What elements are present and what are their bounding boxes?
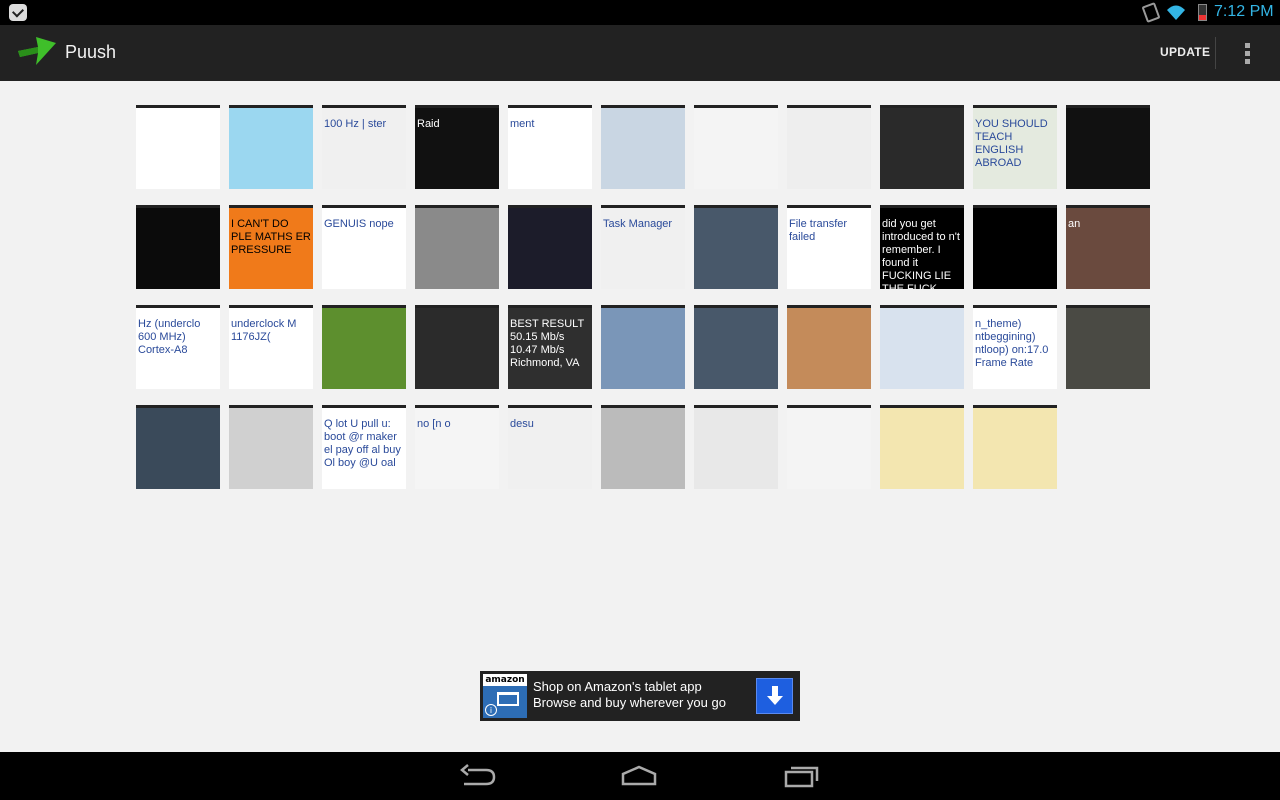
thumbnail-caption: no [n o <box>417 418 451 430</box>
image-thumbnail[interactable] <box>787 405 871 489</box>
screen-rotation-icon <box>1141 2 1161 23</box>
image-thumbnail[interactable] <box>880 405 964 489</box>
wifi-icon <box>1167 5 1185 20</box>
home-icon[interactable] <box>617 762 661 790</box>
image-thumbnail[interactable]: underclock M 1176JZ( <box>229 305 313 389</box>
image-thumbnail[interactable] <box>694 305 778 389</box>
image-thumbnail[interactable]: 100 Hz | ster <box>322 105 406 189</box>
image-thumbnail[interactable] <box>601 305 685 389</box>
cart-icon <box>497 692 519 706</box>
thumbnail-caption: n_theme) ntbeggining) ntloop) on:17.0 Fr… <box>975 318 1049 369</box>
image-thumbnail[interactable]: GENUIS nope <box>322 205 406 289</box>
image-thumbnail[interactable] <box>973 205 1057 289</box>
thumbnail-caption: YOU SHOULD TEACH ENGLISH ABROAD <box>975 118 1048 169</box>
thumbnail-caption: Raid <box>417 118 440 130</box>
image-thumbnail[interactable] <box>229 105 313 189</box>
image-thumbnail[interactable] <box>229 405 313 489</box>
ad-subline: Browse and buy wherever you go <box>533 695 726 710</box>
update-button[interactable]: UPDATE <box>1160 45 1210 59</box>
image-thumbnail[interactable]: ment <box>508 105 592 189</box>
image-thumbnail[interactable] <box>136 205 220 289</box>
image-thumbnail[interactable]: I CAN'T DO PLE MATHS ER PRESSURE <box>229 205 313 289</box>
thumbnail-caption: ment <box>510 118 535 130</box>
image-thumbnail[interactable] <box>787 305 871 389</box>
thumbnail-caption: 100 Hz | ster <box>324 118 387 130</box>
image-thumbnail[interactable]: File transfer failed <box>787 205 871 289</box>
image-thumbnail[interactable]: desu <box>508 405 592 489</box>
ad-headline: Shop on Amazon's tablet app <box>533 679 702 694</box>
download-arrow-icon[interactable] <box>756 678 793 714</box>
ad-banner[interactable]: amazon i Shop on Amazon's tablet app Bro… <box>480 671 800 721</box>
thumbnail-caption: did you get introduced to n't remember. … <box>882 218 960 289</box>
image-thumbnail[interactable] <box>787 105 871 189</box>
image-thumbnail[interactable]: n_theme) ntbeggining) ntloop) on:17.0 Fr… <box>973 305 1057 389</box>
thumbnail-caption: an <box>1068 218 1081 230</box>
image-thumbnail[interactable] <box>136 105 220 189</box>
image-thumbnail[interactable] <box>601 405 685 489</box>
app-title: Puush <box>65 42 117 62</box>
thumbnail-caption: underclock M 1176JZ( <box>231 318 297 343</box>
thumbnail-caption: Hz (underclo 600 MHz) Cortex-A8 <box>138 318 201 356</box>
image-thumbnail[interactable] <box>694 105 778 189</box>
image-thumbnail[interactable] <box>973 405 1057 489</box>
image-thumbnail[interactable] <box>880 305 964 389</box>
image-thumbnail[interactable] <box>694 205 778 289</box>
thumbnail-caption: GENUIS nope <box>324 218 394 230</box>
thumbnail-caption: Q lot U pull u: boot @r maker el pay off… <box>324 418 401 469</box>
clock: 7:12 PM <box>1214 3 1274 20</box>
image-thumbnail[interactable] <box>601 105 685 189</box>
image-thumbnail[interactable]: an <box>1066 205 1150 289</box>
battery-icon <box>1198 4 1207 21</box>
image-thumbnail[interactable] <box>1066 305 1150 389</box>
amazon-logo: amazon i <box>483 674 527 718</box>
image-thumbnail[interactable]: Task Manager <box>601 205 685 289</box>
image-thumbnail[interactable] <box>415 305 499 389</box>
thumbnail-caption: Task Manager <box>603 218 673 230</box>
status-bar: 7:12 PM <box>0 0 1280 25</box>
action-bar: Puush UPDATE <box>0 25 1280 81</box>
amazon-brand: amazon <box>483 674 527 686</box>
image-thumbnail[interactable] <box>322 305 406 389</box>
thumbnail-caption: BEST RESULT 50.15 Mb/s 10.47 Mb/s Richmo… <box>510 318 584 369</box>
image-thumbnail[interactable]: did you get introduced to n't remember. … <box>880 205 964 289</box>
image-thumbnail[interactable]: Q lot U pull u: boot @r maker el pay off… <box>322 405 406 489</box>
image-thumbnail[interactable]: Hz (underclo 600 MHz) Cortex-A8 <box>136 305 220 389</box>
thumbnail-caption: File transfer failed <box>789 218 848 243</box>
info-icon[interactable]: i <box>485 704 497 716</box>
image-thumbnail[interactable] <box>136 405 220 489</box>
thumbnail-caption: I CAN'T DO PLE MATHS ER PRESSURE <box>231 218 311 256</box>
thumbnail-caption: desu <box>510 418 534 430</box>
action-divider <box>1215 37 1216 69</box>
image-thumbnail[interactable]: Raid <box>415 105 499 189</box>
navigation-bar <box>0 752 1280 800</box>
image-thumbnail[interactable] <box>880 105 964 189</box>
image-thumbnail[interactable]: YOU SHOULD TEACH ENGLISH ABROAD <box>973 105 1057 189</box>
image-thumbnail[interactable] <box>415 205 499 289</box>
image-thumbnail[interactable]: BEST RESULT 50.15 Mb/s 10.47 Mb/s Richmo… <box>508 305 592 389</box>
image-thumbnail[interactable] <box>508 205 592 289</box>
image-thumbnail[interactable]: no [n o <box>415 405 499 489</box>
overflow-menu-icon[interactable] <box>1237 41 1257 65</box>
notification-icon[interactable] <box>9 4 27 21</box>
image-thumbnail[interactable] <box>694 405 778 489</box>
back-icon[interactable] <box>456 762 500 790</box>
image-thumbnail[interactable] <box>1066 105 1150 189</box>
recent-apps-icon[interactable] <box>780 762 824 790</box>
puush-arrow-icon[interactable] <box>16 35 58 71</box>
